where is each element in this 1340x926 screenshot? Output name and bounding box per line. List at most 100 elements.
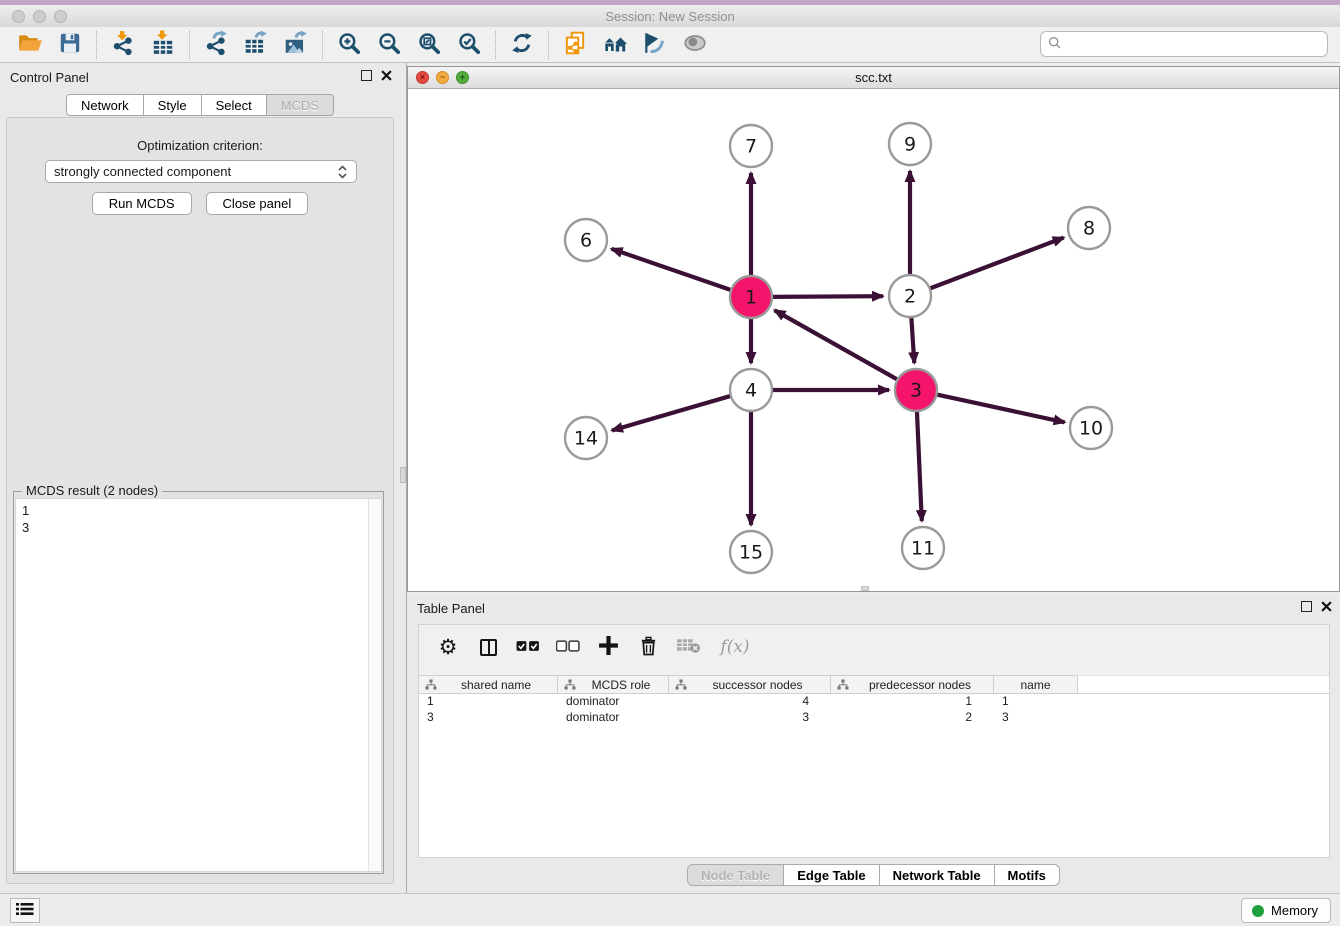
graph-node-15[interactable]: 15	[730, 531, 772, 573]
header-filler	[1078, 675, 1329, 694]
import-table-button[interactable]	[143, 29, 183, 61]
zoom-selected-button[interactable]	[449, 29, 489, 61]
trash-icon	[639, 635, 658, 659]
close-panel-icon[interactable]	[381, 70, 392, 81]
panel-splitter-vertical[interactable]	[400, 63, 407, 893]
table-row[interactable]: 3dominator323	[419, 710, 1329, 726]
tab-edge-table[interactable]: Edge Table	[784, 864, 879, 886]
float-panel-icon[interactable]	[361, 70, 372, 81]
graph-node-8[interactable]: 8	[1068, 207, 1110, 249]
refresh-icon	[509, 30, 535, 59]
zoom-out-button[interactable]	[369, 29, 409, 61]
table-tabbar: Node TableEdge TableNetwork TableMotifs	[407, 864, 1340, 886]
graph-node-11[interactable]: 11	[902, 527, 944, 569]
cell-shared-name[interactable]: 3	[419, 710, 558, 726]
cell-shared-name[interactable]: 1	[419, 694, 558, 710]
graph-node-1[interactable]: 1	[730, 276, 772, 318]
memory-button[interactable]: Memory	[1241, 898, 1331, 923]
network-canvas[interactable]: 7 9 6 8 1 2 4 3 14 10 15 11	[408, 89, 1339, 591]
delete-table-button[interactable]	[673, 632, 703, 662]
main-toolbar	[0, 27, 1340, 63]
search-input[interactable]	[1063, 34, 1327, 54]
graph-node-14[interactable]: 14	[565, 417, 607, 459]
close-panel-button[interactable]: Close panel	[206, 192, 309, 215]
cell-successor-nodes[interactable]: 4	[669, 694, 831, 710]
graph-node-9[interactable]: 9	[889, 123, 931, 165]
graph-edge-3-10[interactable]	[935, 394, 1065, 422]
clone-network-button[interactable]	[555, 29, 595, 61]
cell-name[interactable]: 3	[994, 710, 1078, 726]
graph-node-2[interactable]: 2	[889, 275, 931, 317]
tab-select[interactable]: Select	[202, 94, 267, 116]
network-window-titlebar: × − + scc.txt	[408, 67, 1339, 89]
import-network-button[interactable]	[103, 29, 143, 61]
delete-column-button[interactable]	[633, 632, 663, 662]
graph-edge-3-11[interactable]	[917, 409, 922, 521]
graph-edge-1-6[interactable]	[612, 249, 734, 291]
open-session-button[interactable]	[10, 29, 50, 61]
graph-node-4[interactable]: 4	[730, 369, 772, 411]
toolbar-separator	[548, 31, 549, 59]
memory-status-dot	[1252, 905, 1264, 917]
function-builder-button[interactable]: f(x)	[713, 632, 757, 662]
column-header-MCDS-role[interactable]: MCDS role	[558, 675, 669, 694]
graph-node-label: 11	[911, 538, 935, 560]
table-settings-button[interactable]: ⚙	[433, 632, 463, 662]
cell-predecessor-nodes[interactable]: 1	[831, 694, 994, 710]
add-column-button[interactable]	[593, 632, 623, 662]
deselect-all-rows-button[interactable]	[553, 632, 583, 662]
close-panel-icon[interactable]	[1321, 601, 1332, 612]
column-header-shared-name[interactable]: shared name	[419, 675, 558, 694]
graph-edge-2-8[interactable]	[928, 238, 1064, 290]
control-panel: Control Panel NetworkStyleSelectMCDS Opt…	[0, 63, 400, 893]
graph-node-7[interactable]: 7	[730, 125, 772, 167]
delete-table-icon	[676, 636, 701, 658]
save-session-button[interactable]	[50, 29, 90, 61]
task-history-button[interactable]	[10, 898, 40, 923]
graph-edge-3-1[interactable]	[775, 310, 900, 380]
cell-MCDS-role[interactable]: dominator	[558, 694, 669, 710]
run-mcds-button[interactable]: Run MCDS	[92, 192, 192, 215]
splitter-grip-horizontal[interactable]	[861, 586, 869, 591]
mcds-result-lines: 1 3	[16, 499, 381, 539]
zoom-fit-button[interactable]	[409, 29, 449, 61]
mcds-result-area[interactable]: 1 3	[15, 498, 382, 872]
tab-network[interactable]: Network	[66, 94, 144, 116]
tab-network-table[interactable]: Network Table	[880, 864, 995, 886]
apply-style-button[interactable]	[635, 29, 675, 61]
result-scrollbar[interactable]	[368, 499, 381, 871]
toolbar-search[interactable]	[1040, 31, 1328, 57]
cell-MCDS-role[interactable]: dominator	[558, 710, 669, 726]
tab-style[interactable]: Style	[144, 94, 202, 116]
cell-predecessor-nodes[interactable]: 2	[831, 710, 994, 726]
show-hide-panels-button[interactable]	[675, 29, 715, 61]
cell-name[interactable]: 1	[994, 694, 1078, 710]
tab-mcds[interactable]: MCDS	[267, 94, 334, 116]
tab-motifs[interactable]: Motifs	[995, 864, 1060, 886]
graph-edge-4-14[interactable]	[612, 395, 733, 430]
splitter-grip[interactable]	[400, 467, 406, 483]
export-network-button[interactable]	[196, 29, 236, 61]
graph-node-10[interactable]: 10	[1070, 407, 1112, 449]
export-image-button[interactable]	[276, 29, 316, 61]
table-toolbar: ⚙ f(x)	[419, 625, 1329, 669]
open-recent-button[interactable]	[595, 29, 635, 61]
table-row[interactable]: 1dominator411	[419, 694, 1329, 710]
column-header-name[interactable]: name	[994, 675, 1078, 694]
cell-successor-nodes[interactable]: 3	[669, 710, 831, 726]
export-table-button[interactable]	[236, 29, 276, 61]
refresh-layout-button[interactable]	[502, 29, 542, 61]
graph-edge-2-3[interactable]	[911, 315, 914, 363]
column-header-successor-nodes[interactable]: successor nodes	[669, 675, 831, 694]
column-header-predecessor-nodes[interactable]: predecessor nodes	[831, 675, 994, 694]
optimization-criterion-select[interactable]: strongly connected component	[45, 160, 357, 183]
float-panel-icon[interactable]	[1301, 601, 1312, 612]
tab-node-table[interactable]: Node Table	[687, 864, 784, 886]
toggle-columns-button[interactable]	[473, 632, 503, 662]
graph-node-6[interactable]: 6	[565, 219, 607, 261]
graph-node-label: 7	[745, 136, 757, 158]
select-all-rows-button[interactable]	[513, 632, 543, 662]
graph-node-3[interactable]: 3	[895, 369, 937, 411]
zoom-in-button[interactable]	[329, 29, 369, 61]
graph-edge-1-2[interactable]	[770, 296, 883, 297]
